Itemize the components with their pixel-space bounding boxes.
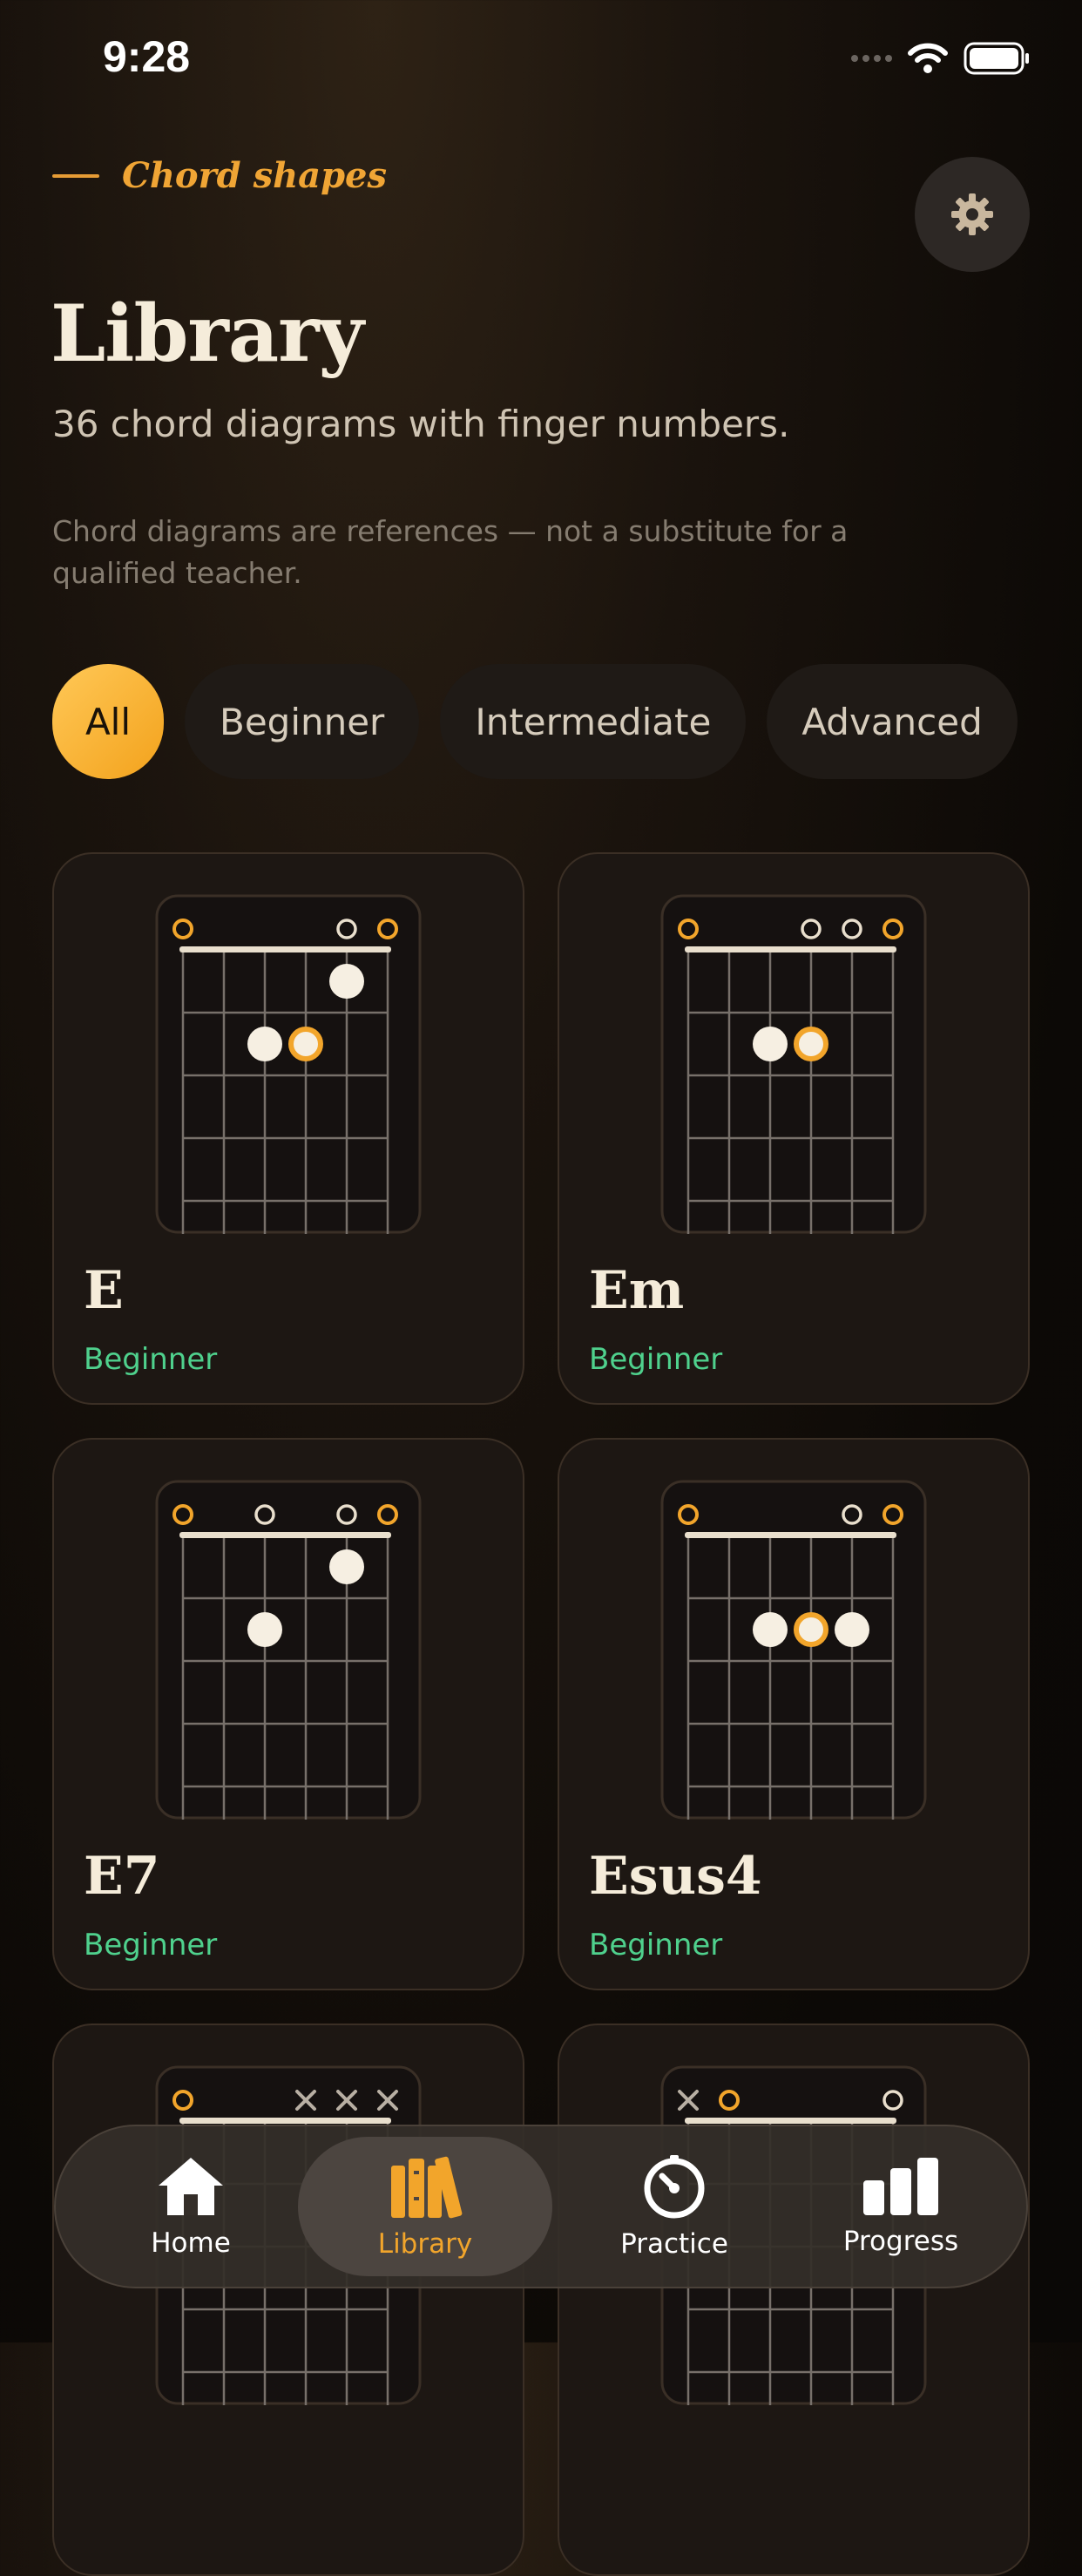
home-icon — [159, 2158, 223, 2215]
chord-diagram — [660, 1480, 927, 1820]
finger-dot — [247, 1612, 282, 1647]
filter-chip-intermediate[interactable]: Intermediate — [440, 664, 747, 779]
tab-label: Practice — [620, 2228, 728, 2260]
chord-name: E — [84, 1260, 124, 1321]
tab-label: Library — [377, 2228, 473, 2260]
nut — [179, 1532, 391, 1538]
nut — [179, 946, 391, 952]
diagram-frame — [155, 1480, 422, 1820]
battery-icon — [964, 42, 1029, 75]
eyebrow-label: Chord shapes — [122, 155, 388, 196]
chord-level: Beginner — [589, 1928, 723, 1963]
filter-chip-all[interactable]: All — [52, 664, 164, 779]
finger-dot-root — [288, 1027, 323, 1061]
gear-icon — [951, 193, 993, 235]
finger-dot — [835, 1612, 869, 1647]
nut — [685, 946, 896, 952]
diagram-frame — [660, 894, 927, 1234]
tab-library[interactable]: Library — [298, 2137, 552, 2276]
nut — [685, 1532, 896, 1538]
chord-diagram — [155, 894, 422, 1234]
chord-card[interactable]: E7 Beginner — [52, 1438, 524, 1990]
tab-home[interactable]: Home — [117, 2137, 265, 2276]
chord-card[interactable] — [52, 2024, 524, 2576]
section-eyebrow: Chord shapes — [52, 155, 387, 196]
chord-name: Em — [589, 1260, 685, 1321]
settings-button[interactable] — [915, 157, 1030, 272]
finger-dot — [753, 1612, 788, 1647]
library-books-icon — [391, 2156, 463, 2219]
diagram-frame — [660, 1480, 927, 1820]
bar-chart-icon — [863, 2158, 938, 2215]
tab-progress[interactable]: Progress — [805, 2137, 997, 2276]
tab-bar: Home Library Practice Progress — [54, 2125, 1028, 2288]
disclaimer-text: Chord diagrams are references — not a su… — [52, 514, 849, 590]
page-subtitle: 36 chord diagrams with finger numbers. — [52, 403, 790, 445]
chord-name: E7 — [84, 1846, 160, 1907]
status-time: 9:28 — [103, 32, 191, 81]
tab-practice[interactable]: Practice — [578, 2137, 770, 2276]
chord-card[interactable]: E Beginner — [52, 852, 524, 1405]
tab-label: Progress — [842, 2226, 959, 2257]
chord-card[interactable] — [558, 2024, 1030, 2576]
finger-dot — [753, 1027, 788, 1061]
eyebrow-rule — [52, 173, 99, 178]
status-icons — [851, 42, 1030, 75]
chord-level: Beginner — [84, 1928, 218, 1963]
chord-diagram — [155, 1480, 422, 1820]
filter-chip-beginner[interactable]: Beginner — [185, 664, 420, 779]
chord-diagram — [660, 894, 927, 1234]
chord-level: Beginner — [589, 1342, 723, 1377]
page-title: Library — [51, 288, 364, 380]
nut — [685, 2118, 896, 2124]
finger-dot — [329, 964, 364, 999]
filter-chip-advanced[interactable]: Advanced — [767, 664, 1018, 779]
finger-dot — [247, 1027, 282, 1061]
nut — [179, 2118, 391, 2124]
filter-chips: All Beginner Intermediate Advanced — [52, 664, 1018, 779]
timer-gauge-icon — [644, 2155, 705, 2219]
chord-card[interactable]: Esus4 Beginner — [558, 1438, 1030, 1990]
chord-name: Esus4 — [589, 1846, 762, 1907]
chord-card[interactable]: Em Beginner — [558, 852, 1030, 1405]
signal-icon — [851, 55, 892, 62]
wifi-icon — [908, 43, 948, 73]
diagram-frame — [155, 894, 422, 1234]
chord-level: Beginner — [84, 1342, 218, 1377]
tab-label: Home — [151, 2227, 231, 2259]
finger-dot-root — [794, 1612, 828, 1647]
finger-dot — [329, 1549, 364, 1584]
finger-dot-root — [794, 1027, 828, 1061]
